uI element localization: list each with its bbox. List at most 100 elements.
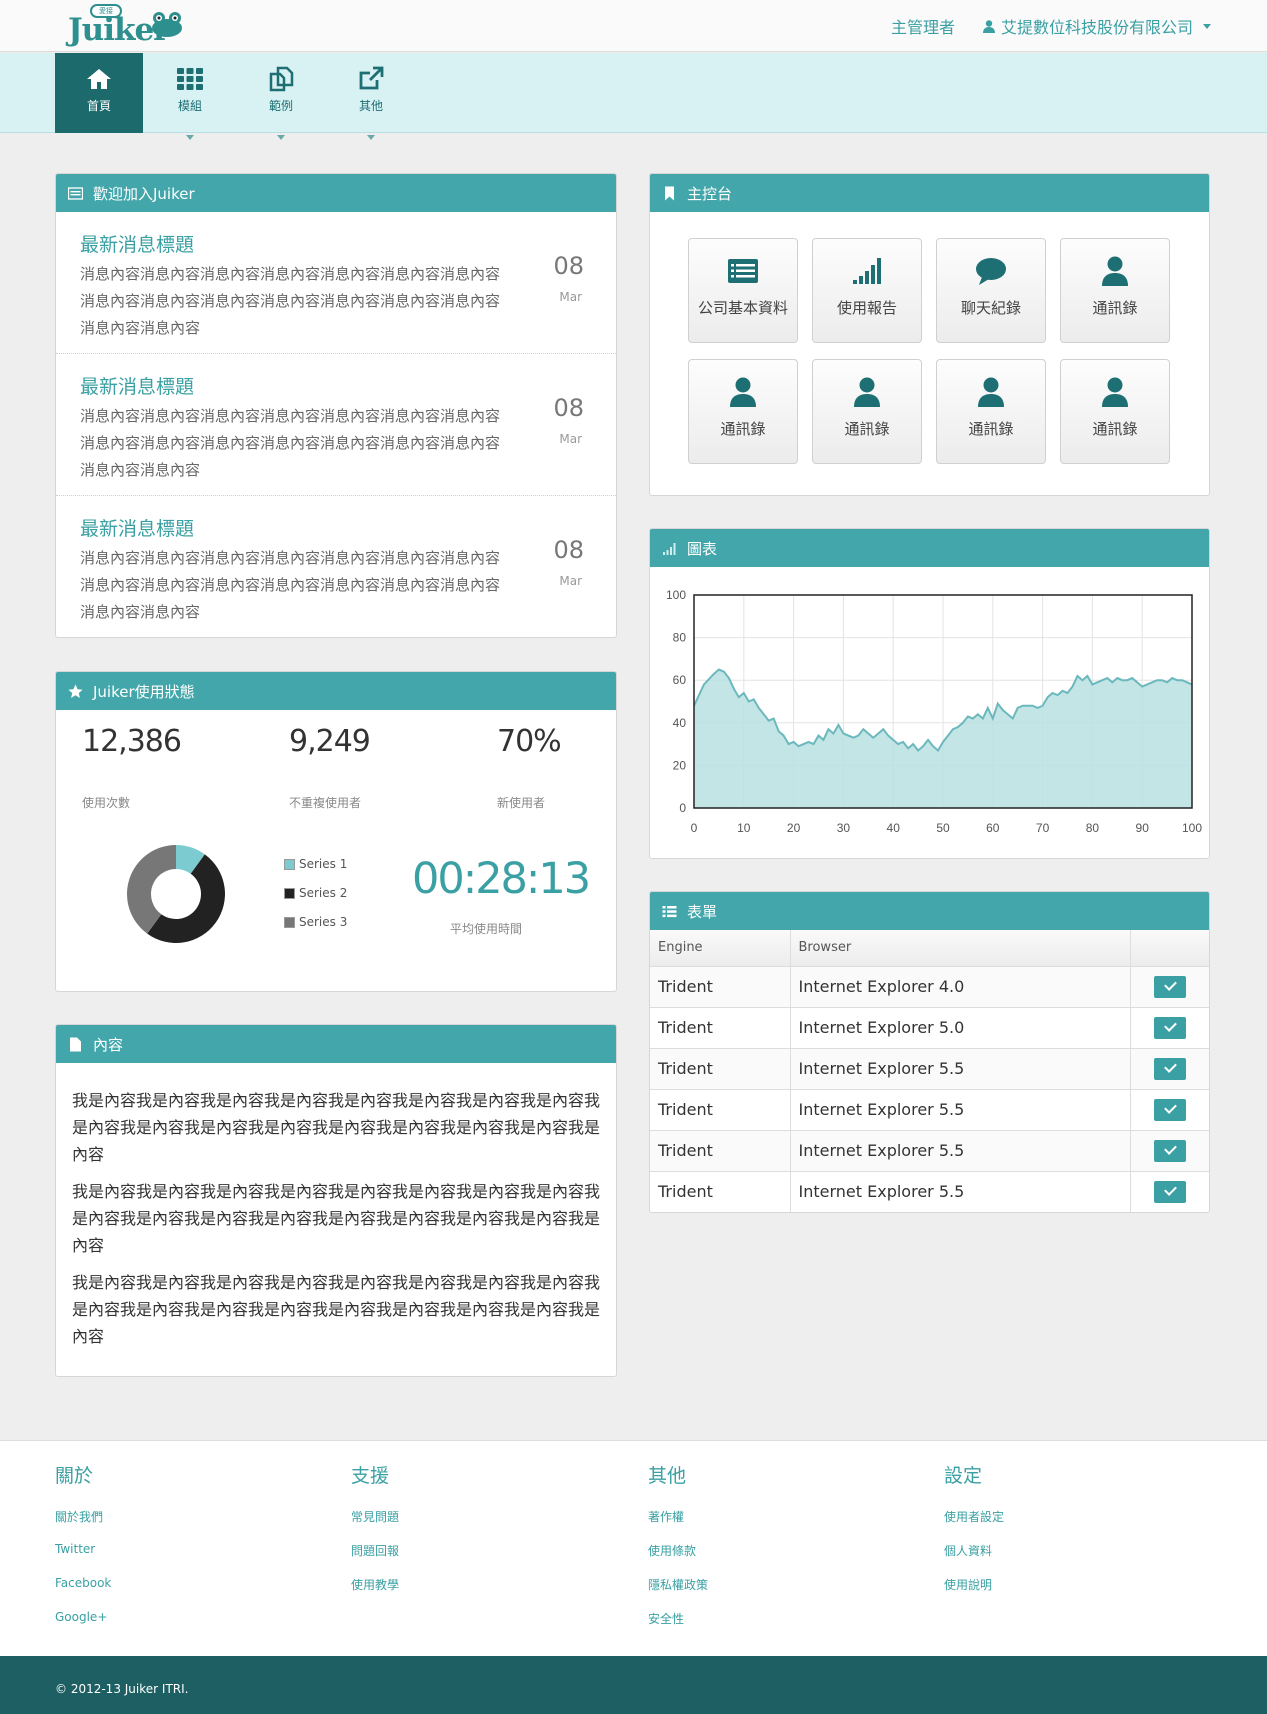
check-button[interactable] — [1153, 1180, 1186, 1203]
footer-link[interactable]: 使用者設定 — [944, 1508, 1004, 1542]
news-title[interactable]: 最新消息標題 — [80, 514, 592, 541]
stat-value: 9,249 — [289, 724, 371, 759]
stat-label: 不重複使用者 — [289, 796, 362, 810]
panel-title: 歡迎加入Juiker — [93, 184, 195, 203]
table-panel: 表單 Engine Browser Trident Internet Explor… — [649, 891, 1210, 1213]
usage-status-panel: Juiker使用狀態 12,386 使用次數 9,249 不重複使用者 70% … — [55, 671, 617, 992]
user-icon — [1102, 377, 1128, 407]
table-row: Trident Internet Explorer 5.5 — [650, 1089, 1209, 1131]
engine-cell: Trident — [650, 966, 791, 1008]
action-cell — [1130, 1130, 1209, 1172]
news-title[interactable]: 最新消息標題 — [80, 372, 592, 399]
grid-icon — [177, 68, 203, 90]
news-title[interactable]: 最新消息標題 — [80, 230, 592, 257]
footer-link[interactable]: 使用教學 — [351, 1576, 399, 1610]
x-tick-label: 20 — [787, 821, 801, 835]
footer-link[interactable]: Facebook — [55, 1576, 111, 1610]
check-button[interactable] — [1153, 975, 1186, 998]
check-button[interactable] — [1153, 1098, 1186, 1121]
footer: 關於 關於我們 Twitter Facebook Google+ 支援 常見問題… — [0, 1440, 1267, 1656]
news-item[interactable]: 最新消息標題 消息內容消息內容消息內容消息內容消息內容消息內容消息內容消息內容消… — [56, 496, 616, 637]
footer-link[interactable]: 使用說明 — [944, 1576, 1004, 1610]
x-tick-label: 0 — [691, 821, 698, 835]
footer-heading: 關於 — [55, 1465, 94, 1487]
copy-icon — [269, 66, 294, 92]
tile-contacts[interactable]: 通訊錄 — [812, 359, 922, 464]
main-nav: 首頁 模組 範例 其他 — [0, 53, 1267, 140]
external-link-icon — [359, 66, 384, 90]
company-dropdown[interactable]: 艾提數位科技股份有限公司 — [982, 14, 1211, 38]
tile-label: 聊天紀錄 — [960, 299, 1021, 317]
signal-icon — [663, 542, 676, 555]
tile-chat-log[interactable]: 聊天紀錄 — [936, 238, 1046, 343]
footer-link[interactable]: 安全性 — [648, 1610, 708, 1644]
legend-label: Series 3 — [299, 915, 348, 929]
tile-label: 通訊錄 — [844, 420, 890, 438]
caret-down-icon — [1203, 23, 1211, 29]
engine-cell: Trident — [650, 1130, 791, 1172]
caret-down-icon — [277, 135, 285, 140]
y-tick-label: 80 — [673, 631, 687, 645]
column-header-action — [1130, 930, 1209, 967]
footer-link[interactable]: 問題回報 — [351, 1542, 399, 1576]
footer-link[interactable]: 著作權 — [648, 1508, 708, 1542]
action-cell — [1130, 1089, 1209, 1131]
y-tick-label: 100 — [666, 588, 686, 602]
donut-chart — [127, 845, 225, 943]
y-tick-label: 0 — [679, 801, 686, 815]
browser-cell: Internet Explorer 5.5 — [790, 1130, 1131, 1172]
news-body: 消息內容消息內容消息內容消息內容消息內容消息內容消息內容消息內容消息內容消息內容… — [80, 549, 501, 621]
company-name: 艾提數位科技股份有限公司 — [1000, 18, 1193, 37]
column-header-browser[interactable]: Browser — [790, 930, 1131, 967]
footer-column-support: 支援 常見問題 問題回報 使用教學 — [351, 1461, 399, 1610]
news-item[interactable]: 最新消息標題 消息內容消息內容消息內容消息內容消息內容消息內容消息內容消息內容消… — [56, 212, 616, 354]
tile-contacts[interactable]: 通訊錄 — [1060, 359, 1170, 464]
tile-contacts[interactable]: 通訊錄 — [688, 359, 798, 464]
list-alt-icon — [68, 186, 83, 200]
footer-heading: 設定 — [944, 1465, 983, 1487]
logo[interactable]: 愛接 Juiker — [68, 4, 186, 48]
tile-contacts[interactable]: 通訊錄 — [1060, 238, 1170, 343]
legend-label: Series 1 — [299, 857, 348, 871]
footer-link[interactable]: 隱私權政策 — [648, 1576, 708, 1610]
y-tick-label: 40 — [673, 716, 687, 730]
tile-usage-report[interactable]: 使用報告 — [812, 238, 922, 343]
admin-link[interactable]: 主管理者 — [891, 14, 955, 38]
content-paragraph: 我是內容我是內容我是內容我是內容我是內容我是內容我是內容我是內容我是內容我是內容… — [72, 1091, 601, 1164]
stat-value: 12,386 — [82, 724, 182, 759]
browser-cell: Internet Explorer 5.5 — [790, 1089, 1131, 1131]
top-bar: 愛接 Juiker 主管理者 艾提數位科技股份有限公司 — [0, 0, 1267, 52]
tile-company-info[interactable]: 公司基本資料 — [688, 238, 798, 343]
data-table: Engine Browser Trident Internet Explorer … — [650, 930, 1209, 1212]
nav-item-examples[interactable]: 範例 — [237, 53, 325, 140]
panel-title: 內容 — [93, 1035, 124, 1054]
footer-link[interactable]: Google+ — [55, 1610, 111, 1644]
footer-link[interactable]: 關於我們 — [55, 1508, 111, 1542]
check-button[interactable] — [1153, 1016, 1186, 1039]
tile-label: 通訊錄 — [1092, 420, 1138, 438]
nav-item-home[interactable]: 首頁 — [55, 53, 143, 133]
column-header-engine[interactable]: Engine — [650, 930, 791, 967]
footer-link[interactable]: Twitter — [55, 1542, 111, 1576]
footer-heading: 支援 — [351, 1465, 390, 1487]
caret-down-icon — [186, 135, 194, 140]
nav-item-modules[interactable]: 模組 — [146, 53, 234, 140]
news-day: 08 — [553, 536, 584, 564]
content-panel: 內容 我是內容我是內容我是內容我是內容我是內容我是內容我是內容我是內容我是內容我… — [55, 1024, 617, 1377]
nav-item-other[interactable]: 其他 — [327, 53, 415, 140]
footer-link[interactable]: 常見問題 — [351, 1508, 399, 1542]
legend-label: Series 2 — [299, 886, 348, 900]
legend-swatch — [284, 887, 295, 899]
table-row: Trident Internet Explorer 5.5 — [650, 1130, 1209, 1172]
footer-column-about: 關於 關於我們 Twitter Facebook Google+ — [55, 1461, 111, 1644]
action-cell — [1130, 1048, 1209, 1090]
footer-link[interactable]: 使用條款 — [648, 1542, 708, 1576]
chart-panel: 圖表 0 10 20 30 40 50 60 70 80 90 100 0 20 40 60 80 100 — [649, 528, 1210, 859]
footer-link[interactable]: 個人資料 — [944, 1542, 1004, 1576]
tile-contacts[interactable]: 通訊錄 — [936, 359, 1046, 464]
action-cell — [1130, 1007, 1209, 1049]
news-item[interactable]: 最新消息標題 消息內容消息內容消息內容消息內容消息內容消息內容消息內容消息內容消… — [56, 354, 616, 496]
check-button[interactable] — [1153, 1057, 1186, 1080]
check-button[interactable] — [1153, 1139, 1186, 1162]
file-icon — [70, 1037, 81, 1051]
